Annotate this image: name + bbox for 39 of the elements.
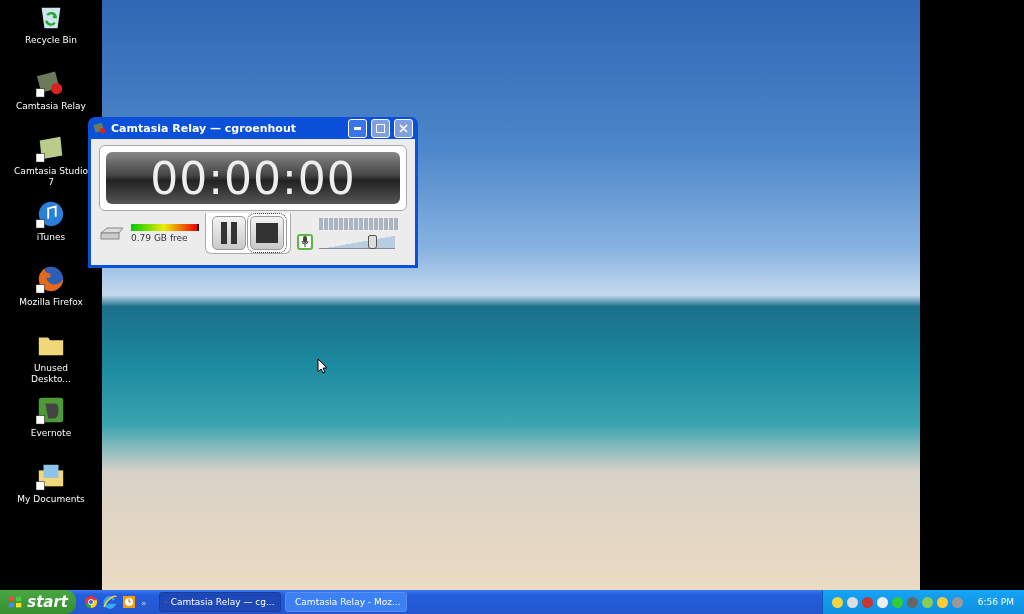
clock: 6:56 PM	[977, 597, 1014, 607]
more-chevron[interactable]: »	[141, 598, 147, 608]
close-icon	[399, 123, 408, 133]
disk-space-meter	[131, 224, 199, 231]
pointer-icon	[317, 358, 327, 374]
pause-icon	[220, 222, 238, 244]
minimize-icon	[354, 126, 361, 130]
icon-label: Unused Deskto...	[30, 362, 72, 385]
start-button[interactable]: start	[0, 590, 76, 614]
icon-label: Recycle Bin	[24, 35, 78, 46]
stop-icon	[256, 223, 278, 243]
icon-label: Camtasia Relay	[15, 100, 87, 112]
microphone-icon	[301, 236, 309, 247]
pause-button[interactable]	[212, 216, 246, 250]
microphone-button[interactable]	[297, 233, 313, 250]
icon-label: Evernote	[29, 428, 73, 439]
icon-label: iTunes	[35, 231, 67, 243]
stop-button[interactable]	[250, 216, 284, 250]
maximize-icon	[376, 123, 385, 133]
icon-label: Mozilla Firefox	[18, 297, 84, 308]
timer-display: 00:00:00	[106, 152, 400, 204]
taskbar-button[interactable]: Camtasia Relay - Moz...	[284, 592, 407, 612]
firefox-icon[interactable]	[36, 264, 66, 294]
evernote-icon[interactable]	[36, 395, 66, 425]
browser-icon[interactable]	[103, 595, 117, 609]
icon-label: My Documents	[16, 493, 86, 505]
window-title: Camtasia Relay — cgroenhout	[111, 121, 297, 135]
clock-icon[interactable]	[122, 595, 136, 609]
maximize-button[interactable]	[371, 118, 390, 138]
browser-icon[interactable]	[84, 595, 98, 609]
taskbar-button[interactable]: Camtasia Relay — cg...	[158, 592, 281, 612]
disk-free-text: 0.79 GB free	[131, 233, 189, 243]
drive-icon	[99, 226, 125, 241]
app-icon	[93, 121, 107, 135]
close-button[interactable]	[394, 118, 413, 138]
icon-label: Camtasia Studio 7	[13, 166, 89, 188]
minimize-button[interactable]	[348, 118, 367, 138]
windows-logo-icon	[8, 595, 23, 609]
tray-icon[interactable]	[875, 595, 889, 609]
